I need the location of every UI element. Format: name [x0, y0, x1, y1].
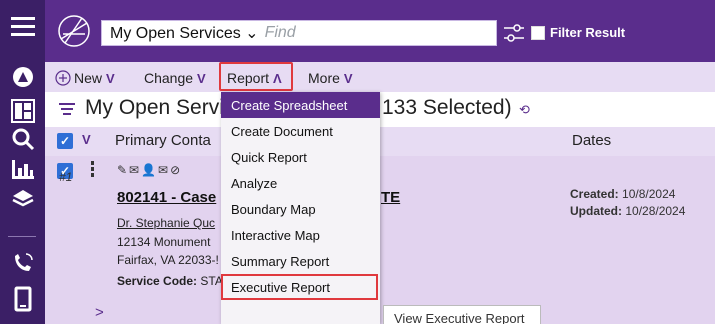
app-logo-icon[interactable] — [57, 14, 91, 48]
tooltip: View Executive Report — [383, 305, 541, 324]
chevron-down-icon: V — [197, 70, 206, 86]
primary-contact-header[interactable]: Primary Conta — [115, 132, 211, 149]
menu-item-analyze[interactable]: Analyze — [221, 170, 380, 196]
dates-header[interactable]: Dates — [572, 132, 611, 149]
search-box[interactable]: My Open Services ⌄ Find — [101, 20, 497, 46]
left-rail — [0, 0, 45, 324]
list-title-row: My Open Servi 133 Selected) ⟲ — [45, 93, 715, 127]
chevron-down-icon: V — [343, 70, 353, 86]
created-label: Created: — [570, 187, 619, 201]
page-title: My Open Servi — [85, 96, 224, 119]
case-title-link[interactable]: 802141 - Case — [117, 189, 216, 206]
menu-item-boundary-map[interactable]: Boundary Map — [221, 196, 380, 222]
rail-divider — [8, 236, 36, 237]
chevron-down-icon: ⌄ — [245, 25, 259, 42]
new-label: New — [74, 70, 103, 86]
filter-result-label: Filter Result — [550, 25, 626, 40]
service-code: Service Code: STA — [117, 274, 223, 288]
report-dropdown-menu: Create Spreadsheet Create Document Quick… — [221, 92, 380, 324]
created-date: Created: 10/8/2024 — [570, 187, 675, 201]
filter-result-checkbox[interactable] — [531, 26, 545, 40]
top-bar: My Open Services ⌄ Find Filter Result — [45, 0, 715, 62]
more-button[interactable]: More V — [308, 67, 353, 89]
change-button[interactable]: Change V — [144, 67, 206, 89]
service-code-label: Service Code: — [117, 274, 198, 288]
app-window: My Open Services ⌄ Find Filter Result Ne… — [0, 0, 715, 324]
hamburger-menu-icon[interactable] — [0, 10, 45, 42]
chevron-down-icon[interactable]: V — [82, 132, 91, 147]
search-scope-select[interactable]: My Open Services ⌄ — [102, 23, 259, 43]
executive-report-highlight-box — [221, 274, 378, 300]
chevron-down-icon: V — [106, 70, 115, 86]
row-number: #1 — [59, 170, 73, 184]
change-label: Change — [144, 70, 194, 86]
updated-label: Updated: — [570, 204, 622, 218]
menu-item-create-document[interactable]: Create Document — [221, 118, 380, 144]
dashboard-icon[interactable] — [0, 96, 45, 126]
refresh-icon[interactable]: ⟲ — [519, 102, 530, 118]
created-value: 10/8/2024 — [622, 187, 676, 201]
table-row: ✓ #1 ✎✉👤✉⊘ 802141 - Case TE Dr. Stephani… — [45, 156, 715, 324]
menu-item-quick-report[interactable]: Quick Report — [221, 144, 380, 170]
expand-row-icon[interactable]: > — [95, 304, 104, 321]
menu-item-interactive-map[interactable]: Interactive Map — [221, 222, 380, 248]
case-title-tail[interactable]: TE — [381, 189, 400, 206]
phone-icon[interactable] — [0, 247, 45, 277]
search-input[interactable]: Find — [265, 24, 296, 42]
updated-value: 10/28/2024 — [625, 204, 686, 218]
new-button[interactable]: New V — [55, 67, 115, 89]
table-header-row: ✓ V Primary Conta Dates — [45, 127, 715, 156]
menu-item-create-spreadsheet[interactable]: Create Spreadsheet — [221, 92, 380, 118]
select-all-checkbox[interactable]: ✓ — [57, 133, 73, 149]
list-menu-icon[interactable] — [59, 103, 75, 117]
updated-date: Updated: 10/28/2024 — [570, 204, 685, 218]
row-action-icons[interactable]: ✎✉👤✉⊘ — [117, 163, 182, 177]
plus-circle-icon — [55, 70, 71, 86]
bar-chart-icon[interactable] — [0, 154, 45, 184]
contact-link[interactable]: Dr. Stephanie Quc — [117, 216, 215, 230]
action-toolbar: New V Change V Report Λ More V — [45, 62, 715, 92]
menu-item-summary-report[interactable]: Summary Report — [221, 248, 380, 274]
report-highlight-box — [219, 62, 293, 91]
more-label: More — [308, 70, 340, 86]
service-code-value: STA — [200, 274, 223, 288]
row-actions-icon[interactable] — [91, 161, 94, 179]
address-line1: 12134 Monument — [117, 235, 211, 249]
filter-sliders-icon[interactable] — [502, 21, 526, 45]
layers-icon[interactable] — [0, 184, 45, 214]
mobile-device-icon[interactable] — [0, 282, 45, 316]
address-line2: Fairfax, VA 22033-! — [117, 253, 219, 267]
search-icon[interactable] — [0, 124, 45, 154]
compass-icon[interactable] — [0, 62, 45, 92]
selected-count: 133 Selected) — [382, 96, 512, 119]
